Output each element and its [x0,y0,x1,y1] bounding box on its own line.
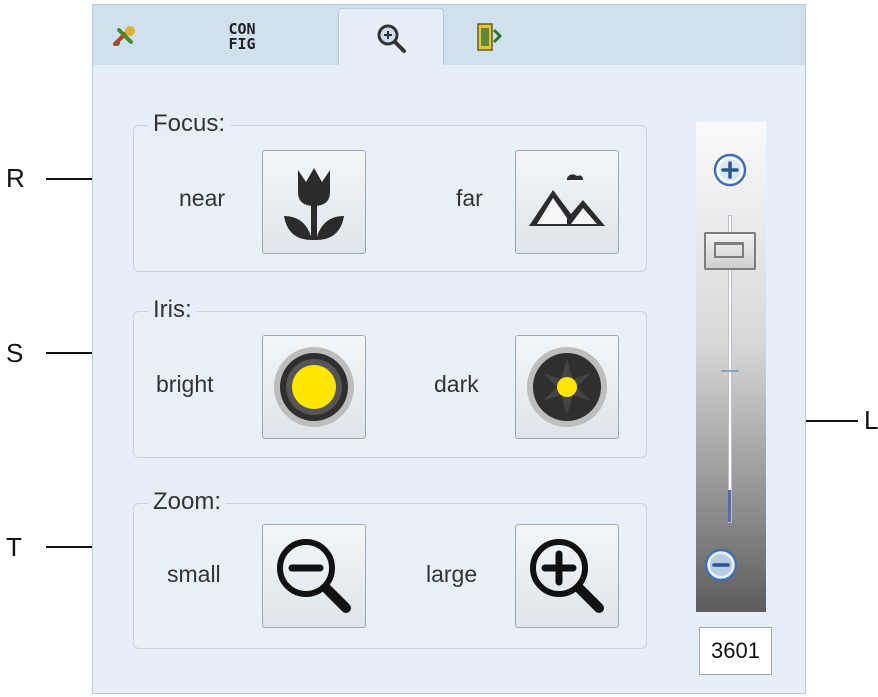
iris-dark-button[interactable] [515,335,619,439]
focus-near-button[interactable] [262,150,366,254]
focus-near-label: near [179,185,226,211]
iris-bright-label: bright [156,371,214,397]
zoom-large-button[interactable] [515,524,619,628]
callout-r: R [6,163,25,193]
zoom-out-icon [277,539,351,613]
zoom-small-label: small [167,561,221,587]
plus-circle-icon [713,153,747,187]
tab-tools[interactable] [102,8,146,66]
callout-t: T [6,532,22,562]
mountains-icon [529,174,605,226]
iris-bright-button[interactable] [262,335,366,439]
focus-title: Focus: [148,112,231,136]
focus-far-label: far [456,185,483,211]
slider-thumb-grip [714,242,744,258]
iris-dark-label: dark [434,371,479,397]
swap-icon [477,23,502,51]
slider-tick [721,370,739,372]
magnifier-icon [377,24,406,53]
callout-s: S [6,338,24,368]
callout-l: L [864,405,878,435]
zoom-large-label: large [426,561,478,587]
tab-swap[interactable] [465,8,509,66]
iris-closed-icon [527,347,607,427]
tools-icon [113,26,135,46]
tulip-icon [284,168,344,240]
tab-bar [92,4,806,66]
iris-open-icon [274,347,354,427]
tab-config-label: CON FIG [228,22,255,52]
tab-zoom-focus[interactable] [338,8,444,66]
slider-thumb[interactable] [704,232,756,270]
zoom-in-icon [530,539,604,613]
minus-circle-icon [704,548,738,582]
iris-title: Iris: [148,298,197,322]
slider-track-end [728,490,731,522]
zoom-value-field[interactable]: 3601 [699,627,772,675]
zoom-title: Zoom: [148,490,227,514]
focus-far-button[interactable] [515,150,619,254]
tab-config-label-line2: FIG [228,35,256,53]
slider-plus-button[interactable] [713,153,747,187]
zoom-small-button[interactable] [262,524,366,628]
slider-minus-button[interactable] [704,548,738,582]
tab-config[interactable]: CON FIG [212,8,272,66]
